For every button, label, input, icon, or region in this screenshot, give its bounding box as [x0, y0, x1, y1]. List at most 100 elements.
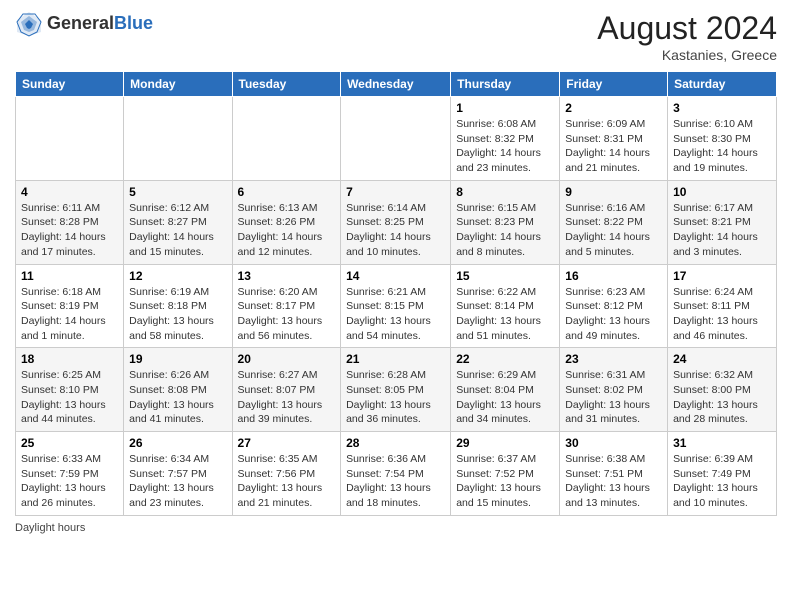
day-cell: 12Sunrise: 6:19 AM Sunset: 8:18 PM Dayli…	[124, 264, 232, 348]
calendar: SundayMondayTuesdayWednesdayThursdayFrid…	[15, 71, 777, 516]
day-cell: 9Sunrise: 6:16 AM Sunset: 8:22 PM Daylig…	[560, 180, 668, 264]
day-cell: 25 Sunrise: 6:33 AM Sunset: 7:59 PM Dayli…	[16, 432, 124, 516]
day-number: 10	[673, 185, 771, 199]
day-cell: 17 Sunrise: 6:24 AM Sunset: 8:11 PM Dayli…	[668, 264, 777, 348]
day-cell: 16Sunrise: 6:23 AM Sunset: 8:12 PM Dayli…	[560, 264, 668, 348]
day-number: 27	[238, 436, 336, 450]
day-info: Sunrise: 6:13 AM Sunset: 8:26 PM Dayligh…	[238, 201, 336, 260]
day-number: 23	[565, 352, 662, 366]
weekday-thursday: Thursday	[451, 72, 560, 97]
day-info: Sunrise: 6:11 AM Sunset: 8:28 PM Dayligh…	[21, 201, 118, 260]
day-cell: 27 Sunrise: 6:35 AM Sunset: 7:56 PM Dayli…	[232, 432, 341, 516]
day-number: 8	[456, 185, 554, 199]
day-number: 17	[673, 269, 771, 283]
day-number: 19	[129, 352, 226, 366]
footer: Daylight hours	[15, 522, 777, 534]
day-cell: 2 Sunrise: 6:09 AM Sunset: 8:31 PM Daylig…	[560, 97, 668, 181]
day-number: 22	[456, 352, 554, 366]
weekday-monday: Monday	[124, 72, 232, 97]
day-cell: 6 Sunrise: 6:13 AM Sunset: 8:26 PM Daylig…	[232, 180, 341, 264]
title-block: August 2024 Kastanies, Greece	[597, 10, 777, 63]
day-info: Sunrise: 6:39 AM Sunset: 7:49 PM Dayligh…	[673, 452, 771, 511]
day-cell	[232, 97, 341, 181]
day-info: Sunrise: 6:36 AM Sunset: 7:54 PM Dayligh…	[346, 452, 445, 511]
day-number: 14	[346, 269, 445, 283]
day-info: Sunrise: 6:09 AM Sunset: 8:31 PM Dayligh…	[565, 117, 662, 176]
day-cell: 21Sunrise: 6:28 AM Sunset: 8:05 PM Dayli…	[341, 348, 451, 432]
day-number: 5	[129, 185, 226, 199]
day-cell: 19 Sunrise: 6:26 AM Sunset: 8:08 PM Dayli…	[124, 348, 232, 432]
logo: GeneralBlue	[15, 10, 153, 38]
daylight-label: Daylight hours	[15, 522, 85, 534]
day-info: Sunrise: 6:22 AM Sunset: 8:14 PM Dayligh…	[456, 285, 554, 344]
day-number: 11	[21, 269, 118, 283]
header: GeneralBlue August 2024 Kastanies, Greec…	[15, 10, 777, 63]
day-number: 31	[673, 436, 771, 450]
day-info: Sunrise: 6:33 AM Sunset: 7:59 PM Dayligh…	[21, 452, 118, 511]
day-info: Sunrise: 6:38 AM Sunset: 7:51 PM Dayligh…	[565, 452, 662, 511]
day-info: Sunrise: 6:27 AM Sunset: 8:07 PM Dayligh…	[238, 368, 336, 427]
day-cell: 14 Sunrise: 6:21 AM Sunset: 8:15 PM Dayli…	[341, 264, 451, 348]
day-cell: 24Sunrise: 6:32 AM Sunset: 8:00 PM Dayli…	[668, 348, 777, 432]
weekday-saturday: Saturday	[668, 72, 777, 97]
day-number: 15	[456, 269, 554, 283]
weekday-sunday: Sunday	[16, 72, 124, 97]
day-cell	[16, 97, 124, 181]
month-year: August 2024	[597, 10, 777, 47]
logo-blue: Blue	[114, 13, 153, 33]
day-number: 16	[565, 269, 662, 283]
week-row-5: 25 Sunrise: 6:33 AM Sunset: 7:59 PM Dayli…	[16, 432, 777, 516]
day-cell: 4 Sunrise: 6:11 AM Sunset: 8:28 PM Daylig…	[16, 180, 124, 264]
day-info: Sunrise: 6:26 AM Sunset: 8:08 PM Dayligh…	[129, 368, 226, 427]
location: Kastanies, Greece	[597, 47, 777, 63]
day-number: 13	[238, 269, 336, 283]
day-info: Sunrise: 6:25 AM Sunset: 8:10 PM Dayligh…	[21, 368, 118, 427]
day-number: 9	[565, 185, 662, 199]
weekday-wednesday: Wednesday	[341, 72, 451, 97]
day-info: Sunrise: 6:29 AM Sunset: 8:04 PM Dayligh…	[456, 368, 554, 427]
logo-text: GeneralBlue	[47, 14, 153, 34]
day-cell: 22 Sunrise: 6:29 AM Sunset: 8:04 PM Dayli…	[451, 348, 560, 432]
page: GeneralBlue August 2024 Kastanies, Greec…	[0, 0, 792, 612]
day-number: 6	[238, 185, 336, 199]
logo-icon	[15, 10, 43, 38]
day-cell: 10 Sunrise: 6:17 AM Sunset: 8:21 PM Dayli…	[668, 180, 777, 264]
day-cell: 3Sunrise: 6:10 AM Sunset: 8:30 PM Daylig…	[668, 97, 777, 181]
day-info: Sunrise: 6:08 AM Sunset: 8:32 PM Dayligh…	[456, 117, 554, 176]
day-info: Sunrise: 6:14 AM Sunset: 8:25 PM Dayligh…	[346, 201, 445, 260]
day-info: Sunrise: 6:17 AM Sunset: 8:21 PM Dayligh…	[673, 201, 771, 260]
weekday-tuesday: Tuesday	[232, 72, 341, 97]
day-number: 18	[21, 352, 118, 366]
day-info: Sunrise: 6:24 AM Sunset: 8:11 PM Dayligh…	[673, 285, 771, 344]
day-info: Sunrise: 6:31 AM Sunset: 8:02 PM Dayligh…	[565, 368, 662, 427]
day-cell: 15 Sunrise: 6:22 AM Sunset: 8:14 PM Dayli…	[451, 264, 560, 348]
day-info: Sunrise: 6:37 AM Sunset: 7:52 PM Dayligh…	[456, 452, 554, 511]
day-number: 7	[346, 185, 445, 199]
day-number: 12	[129, 269, 226, 283]
day-number: 2	[565, 101, 662, 115]
day-number: 29	[456, 436, 554, 450]
day-info: Sunrise: 6:35 AM Sunset: 7:56 PM Dayligh…	[238, 452, 336, 511]
day-cell: 31 Sunrise: 6:39 AM Sunset: 7:49 PM Dayli…	[668, 432, 777, 516]
day-info: Sunrise: 6:20 AM Sunset: 8:17 PM Dayligh…	[238, 285, 336, 344]
day-number: 25	[21, 436, 118, 450]
day-number: 30	[565, 436, 662, 450]
logo-general: General	[47, 13, 114, 33]
day-cell: 26Sunrise: 6:34 AM Sunset: 7:57 PM Dayli…	[124, 432, 232, 516]
week-row-1: 1Sunrise: 6:08 AM Sunset: 8:32 PM Daylig…	[16, 97, 777, 181]
day-cell: 28 Sunrise: 6:36 AM Sunset: 7:54 PM Dayli…	[341, 432, 451, 516]
day-cell: 20 Sunrise: 6:27 AM Sunset: 8:07 PM Dayli…	[232, 348, 341, 432]
day-info: Sunrise: 6:32 AM Sunset: 8:00 PM Dayligh…	[673, 368, 771, 427]
day-cell: 11Sunrise: 6:18 AM Sunset: 8:19 PM Dayli…	[16, 264, 124, 348]
day-cell	[341, 97, 451, 181]
day-number: 20	[238, 352, 336, 366]
day-info: Sunrise: 6:21 AM Sunset: 8:15 PM Dayligh…	[346, 285, 445, 344]
day-number: 4	[21, 185, 118, 199]
weekday-header-row: SundayMondayTuesdayWednesdayThursdayFrid…	[16, 72, 777, 97]
day-cell: 8Sunrise: 6:15 AM Sunset: 8:23 PM Daylig…	[451, 180, 560, 264]
day-info: Sunrise: 6:34 AM Sunset: 7:57 PM Dayligh…	[129, 452, 226, 511]
day-cell	[124, 97, 232, 181]
day-number: 3	[673, 101, 771, 115]
day-cell: 1Sunrise: 6:08 AM Sunset: 8:32 PM Daylig…	[451, 97, 560, 181]
day-number: 28	[346, 436, 445, 450]
